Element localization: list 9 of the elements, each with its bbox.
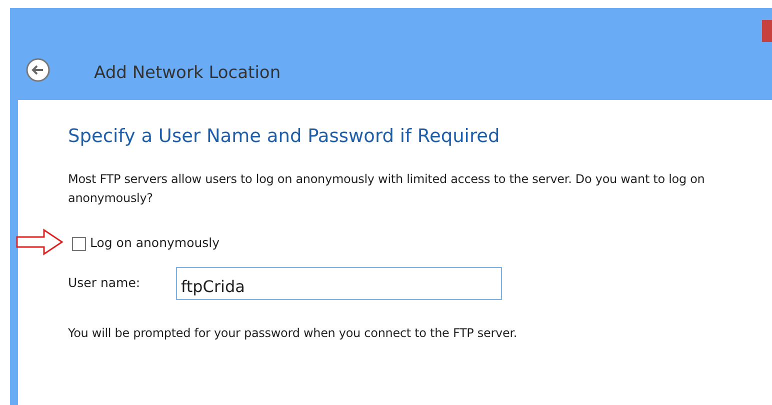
field-label: User name:	[68, 274, 142, 292]
username-field[interactable]: ftpCrida	[176, 266, 502, 300]
checkbox-label[interactable]: Log on anonymously	[90, 234, 220, 253]
checkbox[interactable]	[72, 236, 86, 251]
window-title: Add Network Location	[94, 65, 281, 82]
back-icon[interactable]	[26, 58, 50, 82]
page-heading: Specify a User Name and Password if Required	[68, 126, 501, 148]
note-text: You will be prompted for your password when you connect to the FTP server.	[68, 324, 518, 342]
description-text: Most FTP servers allow users to log on anonymously with limited access to the server. Do you want to log on anonymously?	[68, 171, 706, 208]
